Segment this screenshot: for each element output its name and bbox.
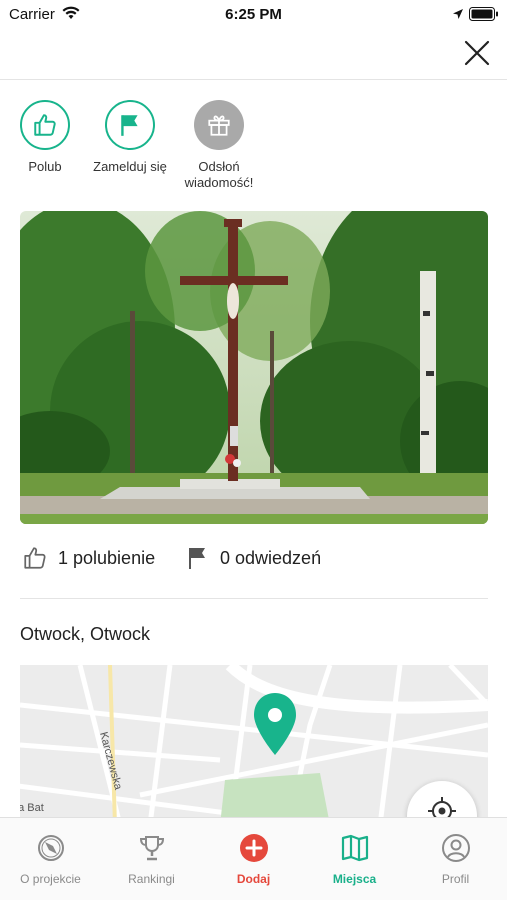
location-arrow-icon: [452, 7, 464, 25]
likes-stat: 1 polubienie: [22, 545, 155, 571]
add-circle-icon: [239, 834, 268, 862]
close-icon: [464, 40, 490, 66]
tab-rankingi[interactable]: Rankingi: [101, 832, 202, 886]
likes-count: 1 polubienie: [58, 547, 156, 568]
battery-icon: [469, 7, 499, 26]
visits-count: 0 odwiedzeń: [220, 547, 322, 568]
close-button[interactable]: [462, 38, 492, 68]
tab-bar: O projekcie Rankingi Dodaj Miejsca Profi…: [0, 817, 507, 900]
flag-icon: [121, 115, 138, 136]
visits-stat: 0 odwiedzeń: [186, 545, 321, 571]
map-icon: [341, 834, 368, 862]
tab-label: Profil: [441, 872, 470, 886]
tab-label: Dodaj: [236, 872, 271, 886]
tab-miejsca[interactable]: Miejsca: [304, 832, 405, 886]
header-divider: [0, 79, 507, 80]
reveal-message-button[interactable]: [194, 100, 244, 150]
place-location: Otwock, Otwock: [20, 624, 151, 644]
flag-icon: [189, 548, 205, 569]
tab-profil[interactable]: Profil: [405, 832, 506, 886]
thumbs-up-icon: [34, 114, 56, 136]
gift-icon: [208, 115, 230, 136]
like-button[interactable]: [20, 100, 70, 150]
tab-label: Rankingi: [128, 872, 175, 886]
compass-icon: [37, 835, 64, 861]
trophy-icon: [139, 836, 164, 861]
reveal-message-action[interactable]: Odsłoń wiadomość!: [159, 100, 279, 191]
tab-label: O projekcie: [20, 872, 81, 886]
place-photo: [20, 211, 488, 524]
clock: 6:25 PM: [225, 6, 282, 23]
reveal-message-label-text: Odsłoń wiadomość!: [184, 159, 254, 190]
place-stats: 1 polubienie 0 odwiedzeń: [20, 545, 490, 573]
checkin-button[interactable]: [105, 100, 155, 150]
section-divider: [20, 598, 488, 599]
tab-o-projekcie[interactable]: O projekcie: [0, 832, 101, 886]
profile-icon: [441, 834, 470, 862]
status-bar: Carrier 6:25 PM: [0, 0, 507, 30]
street-label: na Bat: [20, 802, 44, 814]
tab-dodaj[interactable]: Dodaj: [203, 832, 304, 886]
reveal-message-label: Odsłoń wiadomość!: [159, 159, 279, 191]
tab-label: Miejsca: [332, 872, 377, 886]
thumbs-up-icon: [24, 547, 46, 569]
